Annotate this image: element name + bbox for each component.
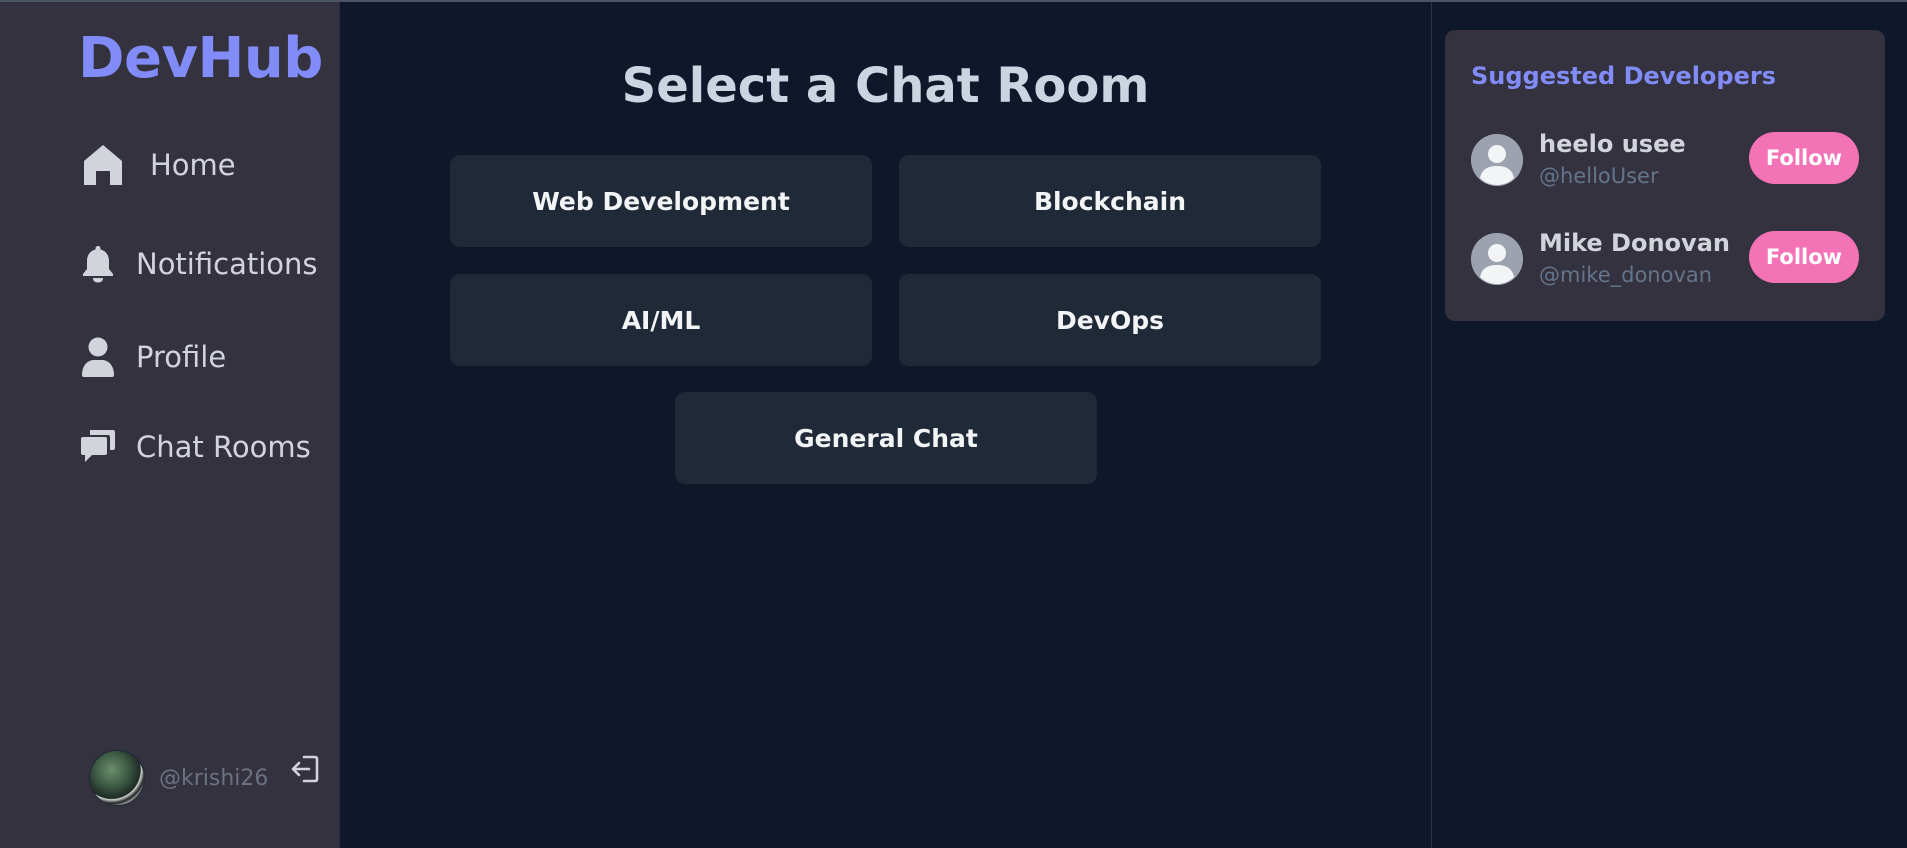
room-button-general-chat[interactable]: General Chat bbox=[675, 392, 1097, 484]
developer-handle: @helloUser bbox=[1539, 164, 1659, 188]
follow-button[interactable]: Follow bbox=[1749, 231, 1859, 283]
sidebar-item-home[interactable]: Home bbox=[78, 144, 236, 186]
developer-name[interactable]: Mike Donovan bbox=[1539, 229, 1730, 257]
sidebar-item-label: Profile bbox=[136, 340, 227, 374]
default-avatar-icon bbox=[1471, 233, 1523, 285]
page-title: Select a Chat Room bbox=[621, 58, 1150, 114]
developer-handle: @mike_donovan bbox=[1539, 263, 1713, 287]
avatar[interactable] bbox=[1471, 233, 1523, 285]
default-avatar-icon bbox=[1471, 134, 1523, 186]
chat-icon bbox=[78, 429, 118, 465]
suggested-developers-card: Suggested Developers heelo usee @helloUs… bbox=[1445, 30, 1885, 321]
sidebar-item-label: Home bbox=[150, 148, 236, 182]
current-user-handle: @krishi26 bbox=[159, 765, 269, 791]
home-icon bbox=[78, 144, 128, 186]
room-button-devops[interactable]: DevOps bbox=[899, 274, 1321, 366]
list-item: heelo usee @helloUser Follow bbox=[1471, 130, 1859, 188]
sidebar-item-label: Chat Rooms bbox=[136, 430, 311, 464]
suggested-developers-title: Suggested Developers bbox=[1471, 62, 1776, 90]
sidebar-item-notifications[interactable]: Notifications bbox=[78, 245, 318, 283]
avatar[interactable] bbox=[89, 750, 145, 806]
logout-icon[interactable] bbox=[290, 754, 320, 788]
bell-icon bbox=[78, 245, 118, 283]
room-button-blockchain[interactable]: Blockchain bbox=[899, 155, 1321, 247]
user-icon bbox=[78, 337, 118, 377]
follow-button[interactable]: Follow bbox=[1749, 132, 1859, 184]
app-logo[interactable]: DevHub bbox=[78, 26, 323, 91]
sidebar-item-label: Notifications bbox=[136, 247, 318, 281]
avatar[interactable] bbox=[1471, 134, 1523, 186]
list-item: Mike Donovan @mike_donovan Follow bbox=[1471, 229, 1859, 287]
sidebar-item-chat-rooms[interactable]: Chat Rooms bbox=[78, 429, 311, 465]
room-button-ai-ml[interactable]: AI/ML bbox=[450, 274, 872, 366]
room-button-web-development[interactable]: Web Development bbox=[450, 155, 872, 247]
sidebar-item-profile[interactable]: Profile bbox=[78, 337, 226, 377]
right-panel-divider bbox=[1431, 2, 1432, 848]
sidebar: DevHub Home Notifications Profile Chat R… bbox=[0, 2, 340, 848]
developer-name[interactable]: heelo usee bbox=[1539, 130, 1686, 158]
main-content: Select a Chat Room Web Development Block… bbox=[340, 2, 1431, 848]
current-user[interactable]: @krishi26 bbox=[89, 750, 268, 806]
